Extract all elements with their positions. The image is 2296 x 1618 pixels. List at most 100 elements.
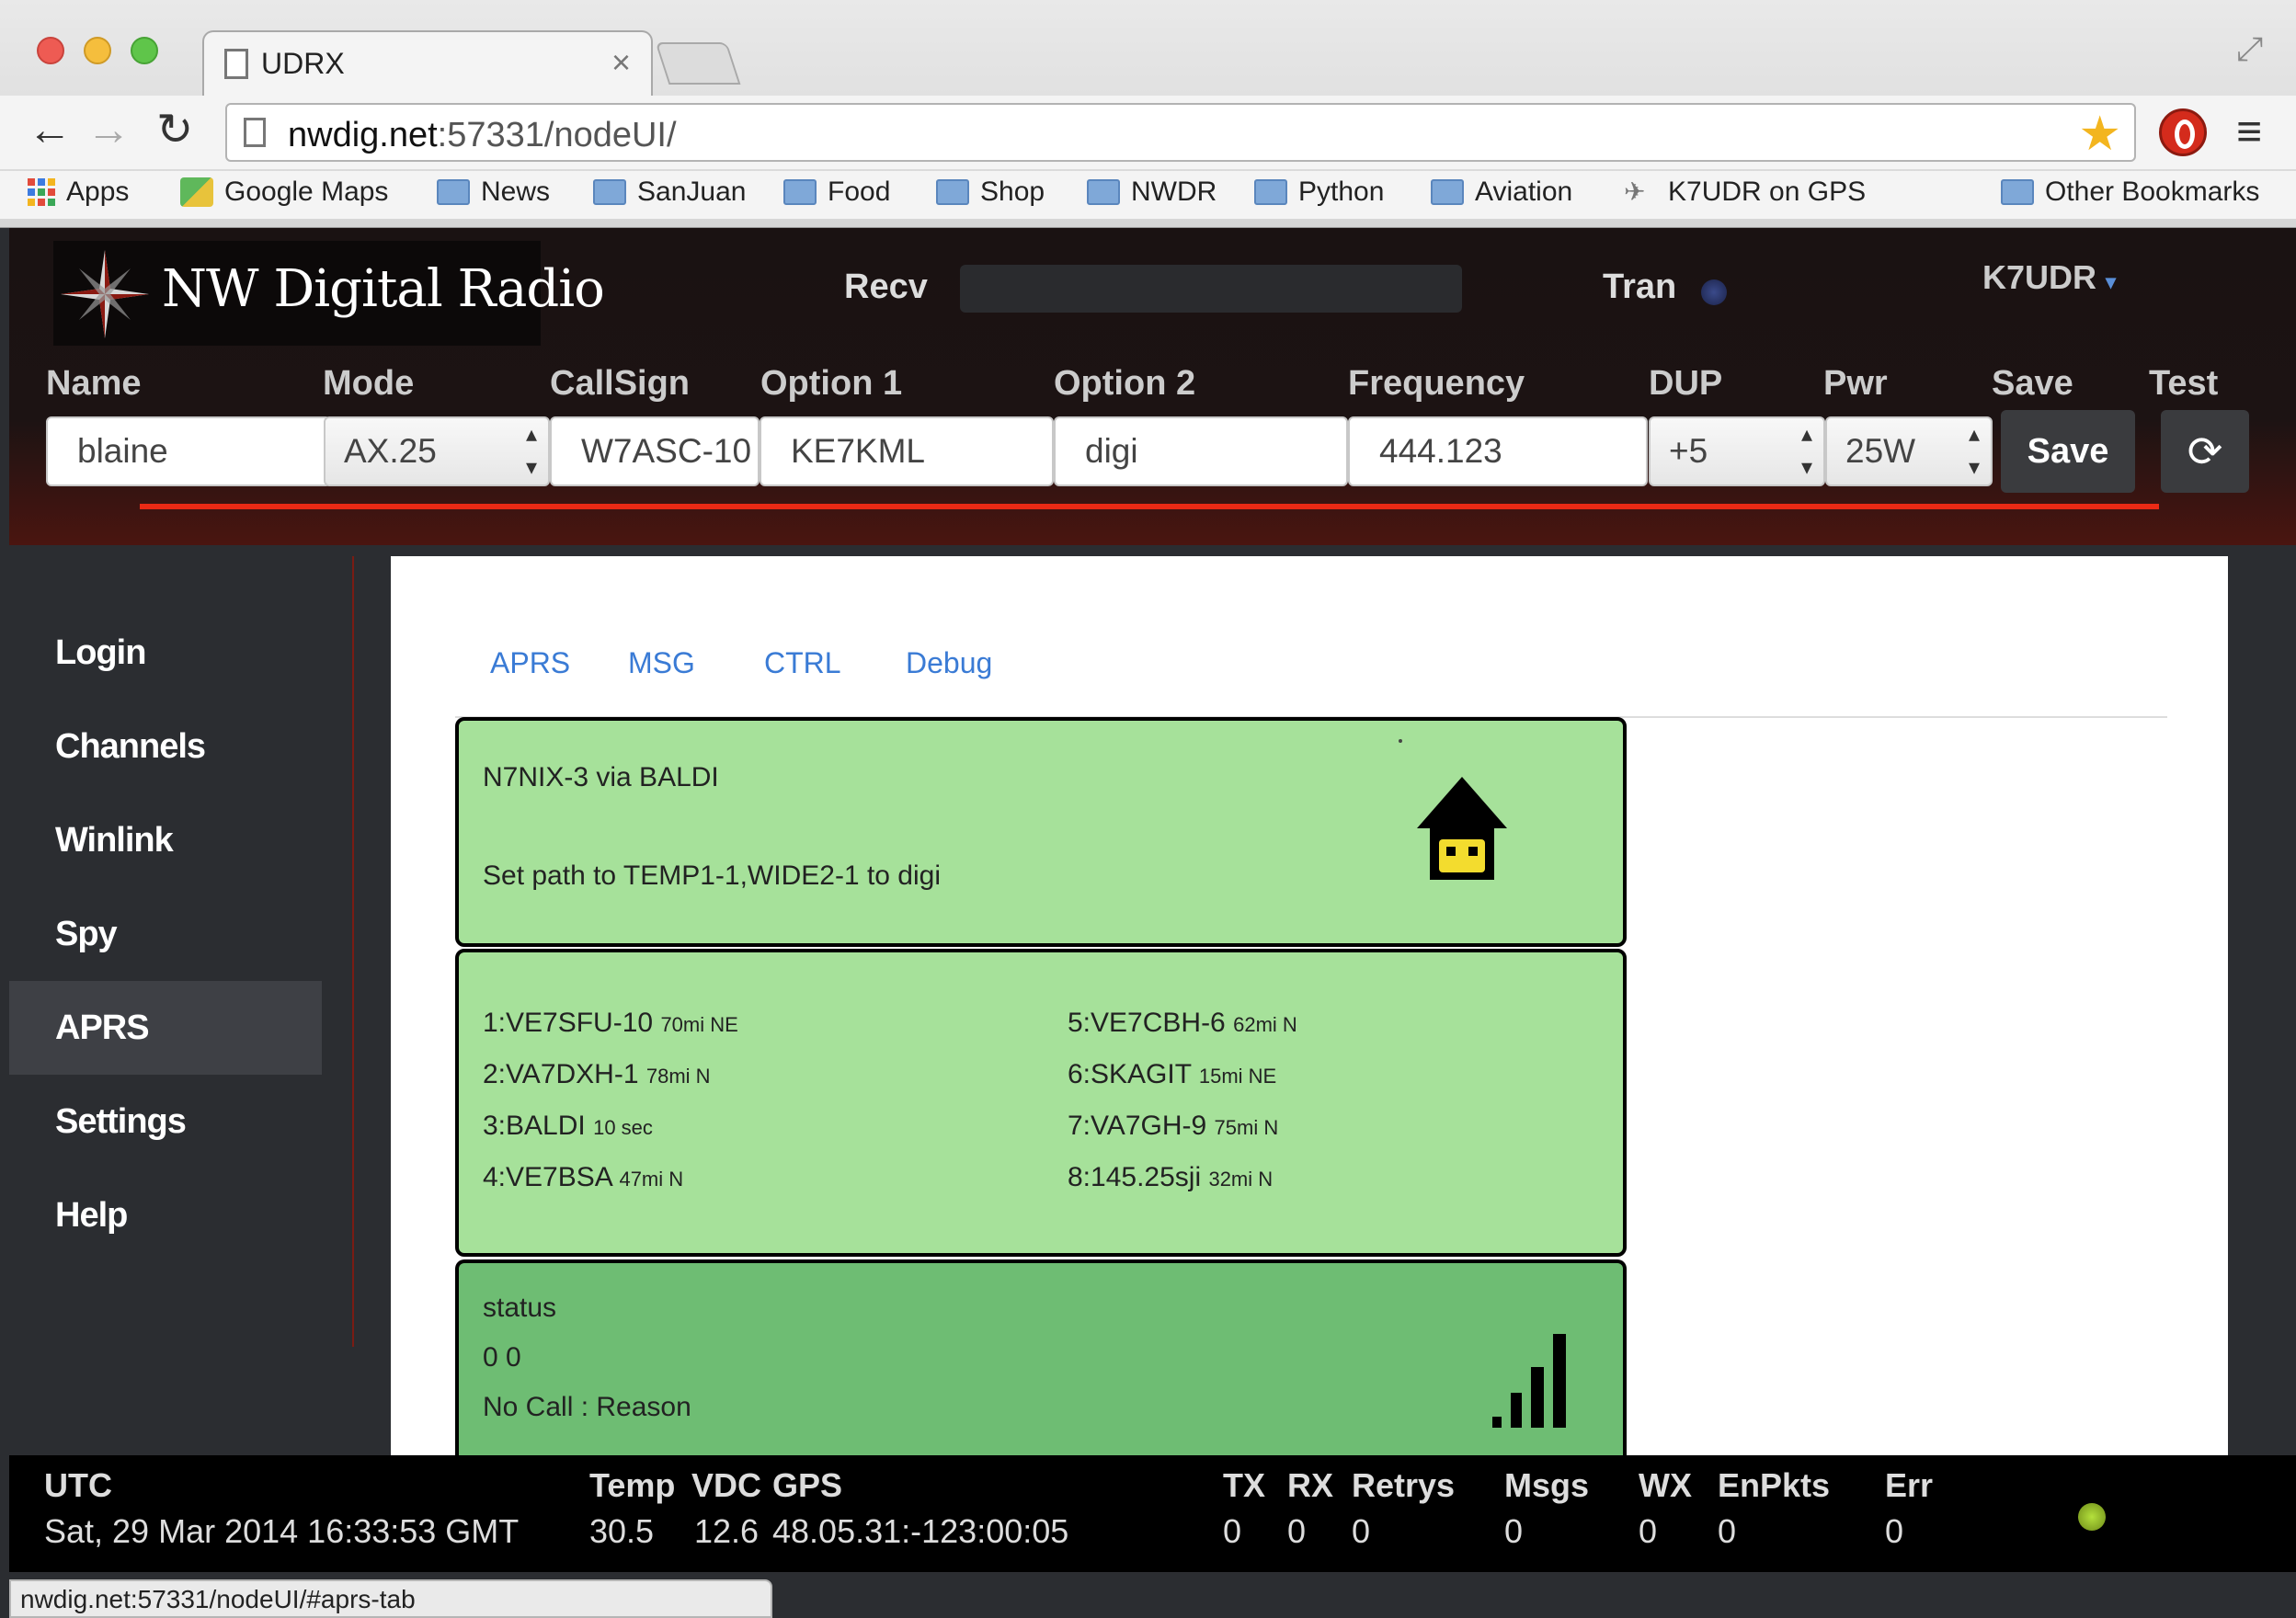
menu-icon[interactable]: ≡ bbox=[2236, 107, 2262, 157]
col-callsign: CallSign bbox=[550, 364, 691, 403]
status-line-1: status bbox=[483, 1293, 557, 1323]
bookmark-star-icon[interactable]: ★ bbox=[2078, 107, 2121, 162]
bookmark-other[interactable]: Other Bookmarks bbox=[2001, 177, 2259, 208]
sidebar-item-channels[interactable]: Channels bbox=[9, 700, 322, 793]
sidebar-item-login[interactable]: Login bbox=[9, 606, 322, 700]
bookmark-python[interactable]: Python bbox=[1254, 177, 1384, 208]
fullscreen-icon[interactable]: ⤢ bbox=[2236, 29, 2263, 69]
col-test: Test bbox=[2149, 364, 2219, 403]
msgs-value: 0 bbox=[1504, 1512, 1524, 1550]
temp-value: 30.5 bbox=[589, 1512, 655, 1550]
house-icon bbox=[1417, 777, 1507, 880]
option1-input[interactable]: KE7KML bbox=[760, 416, 1054, 486]
gps-label: GPS bbox=[772, 1466, 843, 1504]
wx-value: 0 bbox=[1639, 1512, 1658, 1550]
refresh-icon: ⟳ bbox=[2187, 427, 2223, 475]
bookmark-k7udr-gps[interactable]: ✈ K7UDR on GPS bbox=[1624, 177, 1866, 208]
rx-label: RX bbox=[1287, 1466, 1334, 1504]
col-frequency: Frequency bbox=[1348, 364, 1525, 403]
browser-status-bar: nwdig.net:57331/nodeUI/#aprs-tab bbox=[9, 1579, 772, 1618]
recv-meter bbox=[960, 265, 1462, 313]
bookmark-google-maps[interactable]: Google Maps bbox=[180, 177, 388, 208]
sidebar-item-aprs[interactable]: APRS bbox=[9, 981, 322, 1075]
address-bar[interactable]: nwdig.net:57331/nodeUI/ ★ bbox=[225, 103, 2136, 162]
station-card: N7NIX-3 via BALDI Set path to TEMP1-1,WI… bbox=[455, 717, 1627, 947]
enpkts-value: 0 bbox=[1718, 1512, 1737, 1550]
tab-debug[interactable]: Debug bbox=[906, 646, 992, 680]
enpkts-label: EnPkts bbox=[1718, 1466, 1831, 1504]
bookmark-shop[interactable]: Shop bbox=[936, 177, 1045, 208]
retrys-value: 0 bbox=[1352, 1512, 1371, 1550]
folder-icon bbox=[1254, 179, 1287, 205]
minimize-window-button[interactable] bbox=[84, 37, 111, 64]
zoom-window-button[interactable] bbox=[131, 37, 158, 64]
bookmarks-bar: Apps Google Maps News SanJuan Food Shop … bbox=[0, 171, 2296, 219]
col-name: Name bbox=[46, 364, 142, 403]
bookmark-sanjuan[interactable]: SanJuan bbox=[593, 177, 746, 208]
save-button[interactable]: Save bbox=[2001, 410, 2135, 493]
bookmark-food[interactable]: Food bbox=[783, 177, 890, 208]
logo-text: NW Digital Radio bbox=[162, 259, 605, 319]
user-menu[interactable]: K7UDR ▾ bbox=[1982, 258, 2116, 297]
tab-msg[interactable]: MSG bbox=[628, 646, 695, 680]
tran-label: Tran bbox=[1603, 268, 1677, 306]
gps-value: 48.05.31:-123:00:05 bbox=[772, 1512, 1069, 1550]
status-line-2: 0 0 bbox=[483, 1342, 521, 1373]
folder-icon bbox=[2001, 179, 2034, 205]
col-pwr: Pwr bbox=[1823, 364, 1888, 403]
utc-label: UTC bbox=[44, 1466, 112, 1504]
red-underline bbox=[140, 504, 2159, 509]
utc-value: Sat, 29 Mar 2014 16:33:53 GMT bbox=[44, 1512, 520, 1550]
close-tab-icon[interactable]: × bbox=[611, 43, 631, 82]
status-led bbox=[2078, 1503, 2106, 1531]
col-option2: Option 2 bbox=[1054, 364, 1196, 403]
frequency-input[interactable]: 444.123 bbox=[1348, 416, 1648, 486]
select-arrows-icon: ▴ ▾ bbox=[525, 422, 537, 480]
new-tab-button[interactable] bbox=[655, 42, 741, 85]
reload-icon[interactable]: ↻ bbox=[156, 107, 193, 154]
sidebar-item-help[interactable]: Help bbox=[9, 1168, 322, 1262]
err-label: Err bbox=[1885, 1466, 1934, 1504]
tab-aprs[interactable]: APRS bbox=[490, 646, 570, 680]
status-url: nwdig.net:57331/nodeUI/#aprs-tab bbox=[20, 1585, 416, 1613]
err-value: 0 bbox=[1885, 1512, 1904, 1550]
callsign-input[interactable]: W7ASC-10 bbox=[550, 416, 760, 486]
pwr-select[interactable]: 25W ▴ ▾ bbox=[1825, 416, 1993, 486]
tab-bar: APRS MSG CTRL Debug bbox=[455, 646, 2167, 718]
browser-tab[interactable]: UDRX × bbox=[202, 30, 653, 97]
select-arrows-icon: ▴ ▾ bbox=[1800, 422, 1812, 480]
select-arrows-icon: ▴ ▾ bbox=[1968, 422, 1980, 480]
status-card: status 0 0 No Call : Reason bbox=[455, 1259, 1627, 1462]
folder-icon bbox=[936, 179, 969, 205]
tab-ctrl[interactable]: CTRL bbox=[764, 646, 841, 680]
option2-input[interactable]: digi bbox=[1054, 416, 1348, 486]
dup-select[interactable]: +5 ▴ ▾ bbox=[1649, 416, 1825, 486]
main-panel: APRS MSG CTRL Debug N7NIX-3 via BALDI Se… bbox=[391, 556, 2228, 1462]
heard-item: 3:BALDI 10 sec bbox=[483, 1111, 653, 1141]
forward-icon[interactable]: → bbox=[86, 107, 131, 154]
mode-select[interactable]: AX.25 ▴ ▾ bbox=[324, 416, 550, 486]
station-line-2: Set path to TEMP1-1,WIDE2-1 to digi bbox=[483, 860, 942, 891]
tx-value: 0 bbox=[1223, 1512, 1242, 1550]
bookmark-nwdr[interactable]: NWDR bbox=[1087, 177, 1217, 208]
folder-icon bbox=[593, 179, 626, 205]
bookmark-news[interactable]: News bbox=[437, 177, 550, 208]
extension-icon[interactable] bbox=[2159, 108, 2207, 156]
bookmark-apps[interactable]: Apps bbox=[28, 177, 129, 208]
folder-icon bbox=[1087, 179, 1120, 205]
sidebar-item-spy[interactable]: Spy bbox=[9, 887, 322, 981]
sidebar-divider bbox=[352, 556, 354, 1347]
temp-label: Temp bbox=[589, 1466, 676, 1504]
sidebar-item-settings[interactable]: Settings bbox=[9, 1075, 322, 1168]
browser-chrome: UDRX × ⤢ ← → ↻ nwdig.net:57331/nodeUI/ ★… bbox=[0, 0, 2296, 228]
name-input[interactable]: blaine bbox=[46, 416, 331, 486]
back-icon[interactable]: ← bbox=[28, 107, 72, 154]
bookmark-aviation[interactable]: Aviation bbox=[1431, 177, 1572, 208]
compass-star-icon bbox=[61, 250, 149, 338]
dot-mark bbox=[1399, 739, 1402, 743]
close-window-button[interactable] bbox=[37, 37, 64, 64]
url-text: nwdig.net:57331/nodeUI/ bbox=[288, 116, 677, 154]
test-refresh-button[interactable]: ⟳ bbox=[2161, 410, 2249, 493]
heard-item: 6:SKAGIT 15mi NE bbox=[1068, 1059, 1277, 1089]
sidebar-item-winlink[interactable]: Winlink bbox=[9, 793, 322, 887]
